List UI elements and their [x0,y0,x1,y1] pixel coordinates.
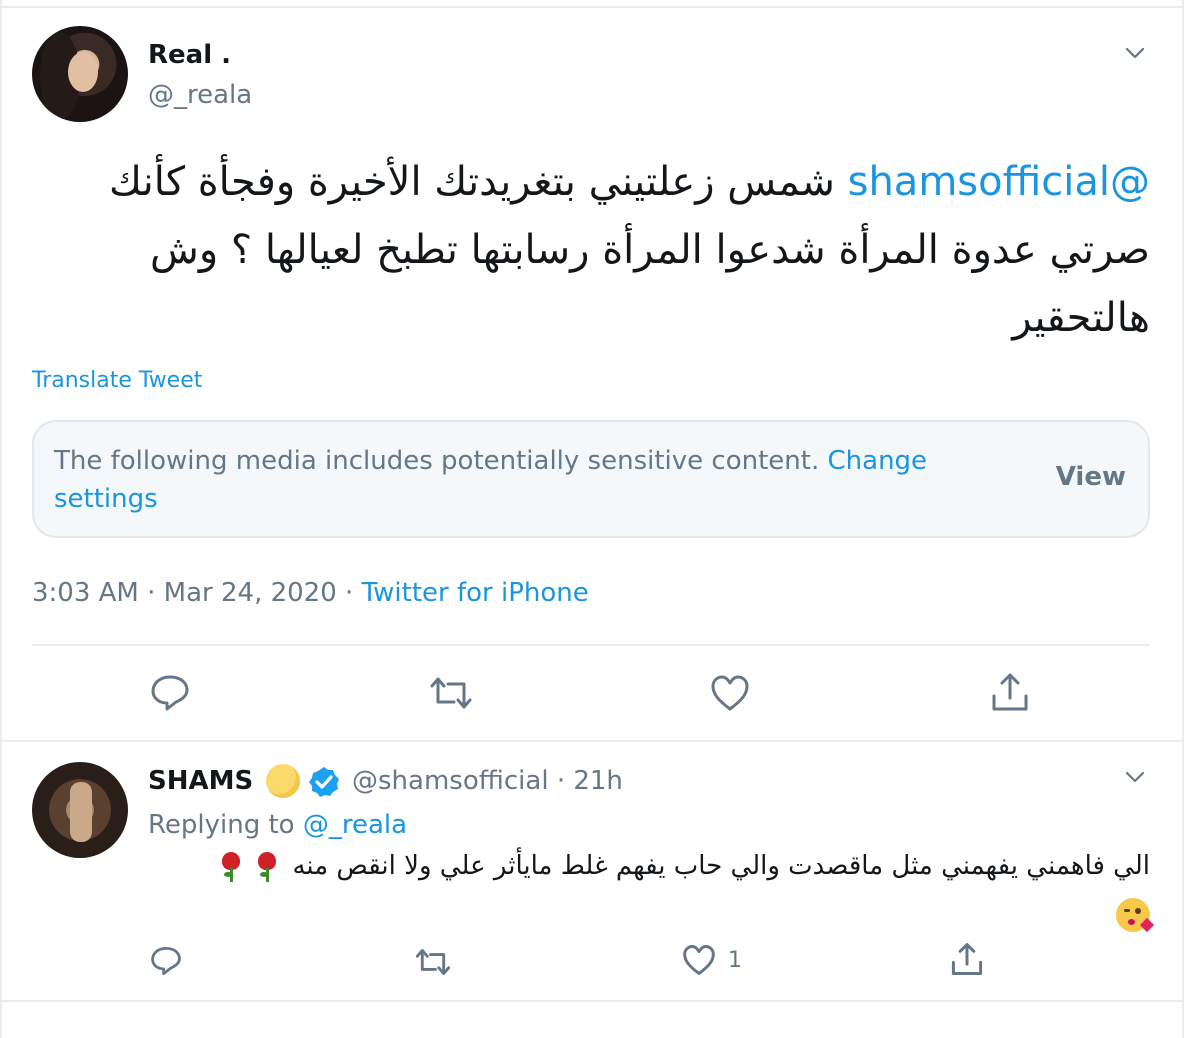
reply-avatar[interactable] [32,762,128,858]
reply-handle-time[interactable]: @shamsofficial · 21h [352,766,623,796]
top-border [0,6,1184,8]
reply-body: الي فاهمني يفهمني مثل ماقصدت والي حاب يف… [292,851,1150,881]
author-display-name[interactable]: Real . [148,40,231,70]
sensitive-media-notice: The following media includes potentially… [32,420,1150,538]
share-button[interactable] [950,942,984,976]
share-icon [951,943,983,975]
sun-emoji [266,764,300,798]
tweet-separator [0,740,1184,742]
reply-display-name[interactable]: SHAMS [148,766,253,796]
chevron-down-icon[interactable] [1124,42,1146,64]
replying-prefix: Replying to [148,810,303,840]
avatar[interactable] [32,26,128,122]
retweet-icon [430,677,472,709]
chevron-down-icon[interactable] [1124,766,1146,788]
reply-icon [151,675,189,711]
like-icon [683,945,715,975]
reply-button[interactable] [150,674,190,712]
source-link[interactable]: Twitter for iPhone [362,578,589,608]
share-icon [992,673,1028,711]
translate-tweet-link[interactable]: Translate Tweet [32,368,202,393]
left-border [0,0,2,1038]
right-border [1182,0,1184,1038]
reply-button[interactable] [150,946,182,976]
retweet-button[interactable] [414,948,452,976]
mention-link[interactable]: @shamsofficial [848,159,1150,205]
sensitive-notice-text: The following media includes potentially… [54,442,974,518]
rose-emoji [220,851,242,882]
kissing-face-emoji [1116,897,1155,932]
like-button[interactable] [710,674,750,712]
like-icon [711,675,749,711]
sensitive-notice-label: The following media includes potentially… [54,446,820,476]
reply-icon [151,946,181,976]
avatar-face [68,52,98,92]
share-button[interactable] [990,672,1030,712]
reply-text: الي فاهمني يفهمني مثل ماقصدت والي حاب يف… [148,842,1155,938]
replying-to-link[interactable]: @_reala [303,810,407,840]
avatar-figure [70,782,92,842]
tweet-text: @shamsofficial شمس زعلتيني بتغريدتك الأخ… [32,148,1150,352]
like-count: 1 [728,947,742,973]
retweet-button[interactable] [428,676,474,710]
tweet-separator [0,1000,1184,1002]
like-button[interactable]: 1 [682,944,742,976]
tweet-meta: 3:03 AM · Mar 24, 2020 · Twitter for iPh… [32,578,589,608]
divider [32,644,1150,646]
retweet-icon [415,949,451,975]
view-button[interactable]: View [1056,462,1126,492]
replying-to: Replying to @_reala [148,810,407,840]
verified-badge-icon [308,766,340,798]
rose-emoji [256,851,278,882]
author-handle[interactable]: @_reala [148,80,252,110]
tweet-thread: Real . @_reala @shamsofficial شمس زعلتين… [0,0,1200,1038]
timestamp[interactable]: 3:03 AM · Mar 24, 2020 · [32,578,362,608]
